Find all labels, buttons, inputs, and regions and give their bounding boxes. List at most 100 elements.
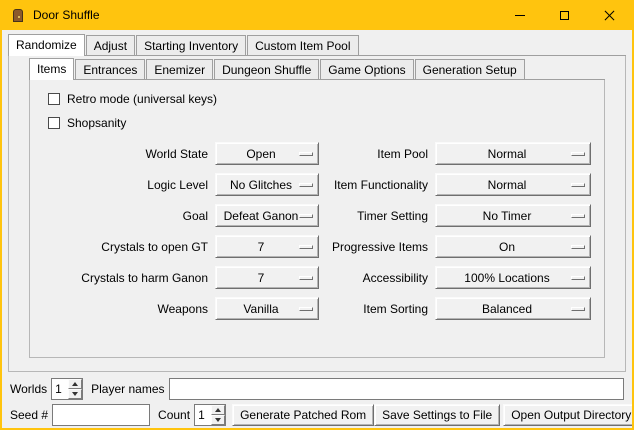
randomize-pane: Items Entrances Enemizer Dungeon Shuffle…: [8, 56, 626, 372]
shopsanity-checkbox[interactable]: [48, 117, 60, 129]
item-pool-dropdown[interactable]: Normal: [435, 142, 591, 165]
item-sorting-value: Balanced: [482, 302, 532, 316]
arrow-down-icon: [72, 392, 78, 396]
count-down-button[interactable]: [211, 415, 225, 425]
client-area: Randomize Adjust Starting Inventory Cust…: [2, 34, 632, 430]
settings-grid: World State Open Item Pool Normal Logic …: [40, 142, 594, 320]
world-state-value: Open: [246, 147, 275, 161]
close-button[interactable]: [587, 0, 632, 30]
player-names-label: Player names: [91, 382, 164, 396]
worlds-input[interactable]: [52, 379, 68, 399]
seed-input[interactable]: [52, 404, 150, 426]
item-functionality-value: Normal: [488, 178, 527, 192]
main-notebook: Randomize Adjust Starting Inventory Cust…: [8, 34, 626, 372]
accessibility-dropdown[interactable]: 100% Locations: [435, 266, 591, 289]
retro-mode-label: Retro mode (universal keys): [67, 92, 217, 106]
item-pool-label: Item Pool: [326, 147, 428, 161]
timer-setting-label: Timer Setting: [326, 209, 428, 223]
subtab-entrances[interactable]: Entrances: [75, 59, 145, 79]
crystals-open-gt-dropdown[interactable]: 7: [215, 235, 319, 258]
dropdown-indicator-icon: [299, 152, 313, 156]
item-pool-value: Normal: [488, 147, 527, 161]
count-spinner[interactable]: [194, 404, 226, 426]
crystals-open-gt-value: 7: [258, 240, 265, 254]
count-label: Count: [158, 408, 190, 422]
items-pane: Retro mode (universal keys) Shopsanity W…: [29, 80, 605, 358]
seed-label: Seed #: [10, 408, 48, 422]
maximize-button[interactable]: [542, 0, 587, 30]
window-title: Door Shuffle: [33, 8, 100, 22]
crystals-harm-ganon-label: Crystals to harm Ganon: [40, 271, 208, 285]
worlds-up-button[interactable]: [68, 379, 82, 389]
open-output-directory-button[interactable]: Open Output Directory: [503, 404, 634, 426]
retro-mode-checkbox[interactable]: [48, 93, 60, 105]
accessibility-label: Accessibility: [326, 271, 428, 285]
weapons-dropdown[interactable]: Vanilla: [215, 297, 319, 320]
arrow-up-icon: [72, 382, 78, 386]
crystals-harm-ganon-value: 7: [258, 271, 265, 285]
dropdown-indicator-icon: [571, 307, 585, 311]
progressive-items-label: Progressive Items: [326, 240, 428, 254]
sub-tab-bar: Items Entrances Enemizer Dungeon Shuffle…: [29, 58, 605, 80]
timer-setting-value: No Timer: [483, 209, 532, 223]
seed-row: Seed # Count Generate Patched Rom Save S…: [10, 404, 624, 426]
timer-setting-dropdown[interactable]: No Timer: [435, 204, 591, 227]
item-functionality-dropdown[interactable]: Normal: [435, 173, 591, 196]
worlds-row: Worlds Player names: [10, 378, 624, 400]
door-icon: [13, 9, 23, 22]
dropdown-indicator-icon: [571, 276, 585, 280]
tab-randomize[interactable]: Randomize: [8, 34, 85, 56]
dropdown-indicator-icon: [299, 245, 313, 249]
worlds-spinner[interactable]: [51, 378, 83, 400]
subtab-generation-setup[interactable]: Generation Setup: [415, 59, 525, 79]
dropdown-indicator-icon: [571, 152, 585, 156]
app-icon: [10, 7, 26, 23]
subtab-dungeon-shuffle[interactable]: Dungeon Shuffle: [214, 59, 319, 79]
tab-adjust[interactable]: Adjust: [86, 35, 135, 55]
world-state-dropdown[interactable]: Open: [215, 142, 319, 165]
count-input[interactable]: [195, 405, 211, 425]
main-tab-bar: Randomize Adjust Starting Inventory Cust…: [8, 34, 626, 56]
world-state-label: World State: [40, 147, 208, 161]
titlebar[interactable]: Door Shuffle: [2, 0, 632, 30]
logic-level-label: Logic Level: [40, 178, 208, 192]
shopsanity-label: Shopsanity: [67, 116, 126, 130]
count-spinner-arrows: [211, 405, 225, 425]
bottom-bar: Worlds Player names Seed # Count: [10, 378, 624, 426]
worlds-spinner-arrows: [68, 379, 82, 399]
generate-patched-rom-button[interactable]: Generate Patched Rom: [232, 404, 374, 426]
progressive-items-dropdown[interactable]: On: [435, 235, 591, 258]
maximize-icon: [560, 11, 569, 20]
minimize-icon: [515, 15, 525, 16]
count-up-button[interactable]: [211, 405, 225, 415]
dropdown-indicator-icon: [299, 276, 313, 280]
tab-custom-item-pool[interactable]: Custom Item Pool: [247, 35, 358, 55]
save-settings-button[interactable]: Save Settings to File: [374, 404, 500, 426]
logic-level-value: No Glitches: [230, 178, 292, 192]
sub-notebook: Items Entrances Enemizer Dungeon Shuffle…: [29, 58, 605, 358]
player-names-input[interactable]: [169, 378, 625, 400]
goal-dropdown[interactable]: Defeat Ganon: [215, 204, 319, 227]
dropdown-indicator-icon: [571, 245, 585, 249]
worlds-down-button[interactable]: [68, 389, 82, 399]
shopsanity-row[interactable]: Shopsanity: [48, 115, 594, 130]
subtab-game-options[interactable]: Game Options: [320, 59, 413, 79]
tab-starting-inventory[interactable]: Starting Inventory: [136, 35, 246, 55]
progressive-items-value: On: [499, 240, 515, 254]
subtab-enemizer[interactable]: Enemizer: [146, 59, 213, 79]
arrow-up-icon: [215, 408, 221, 412]
item-functionality-label: Item Functionality: [326, 178, 428, 192]
logic-level-dropdown[interactable]: No Glitches: [215, 173, 319, 196]
dropdown-indicator-icon: [571, 214, 585, 218]
dropdown-indicator-icon: [299, 307, 313, 311]
worlds-label: Worlds: [10, 382, 47, 396]
item-sorting-dropdown[interactable]: Balanced: [435, 297, 591, 320]
minimize-button[interactable]: [497, 0, 542, 30]
goal-label: Goal: [40, 209, 208, 223]
close-icon: [604, 10, 615, 21]
subtab-items[interactable]: Items: [29, 58, 74, 80]
retro-mode-row[interactable]: Retro mode (universal keys): [48, 91, 594, 106]
item-sorting-label: Item Sorting: [326, 302, 428, 316]
dropdown-indicator-icon: [299, 214, 313, 218]
crystals-harm-ganon-dropdown[interactable]: 7: [215, 266, 319, 289]
